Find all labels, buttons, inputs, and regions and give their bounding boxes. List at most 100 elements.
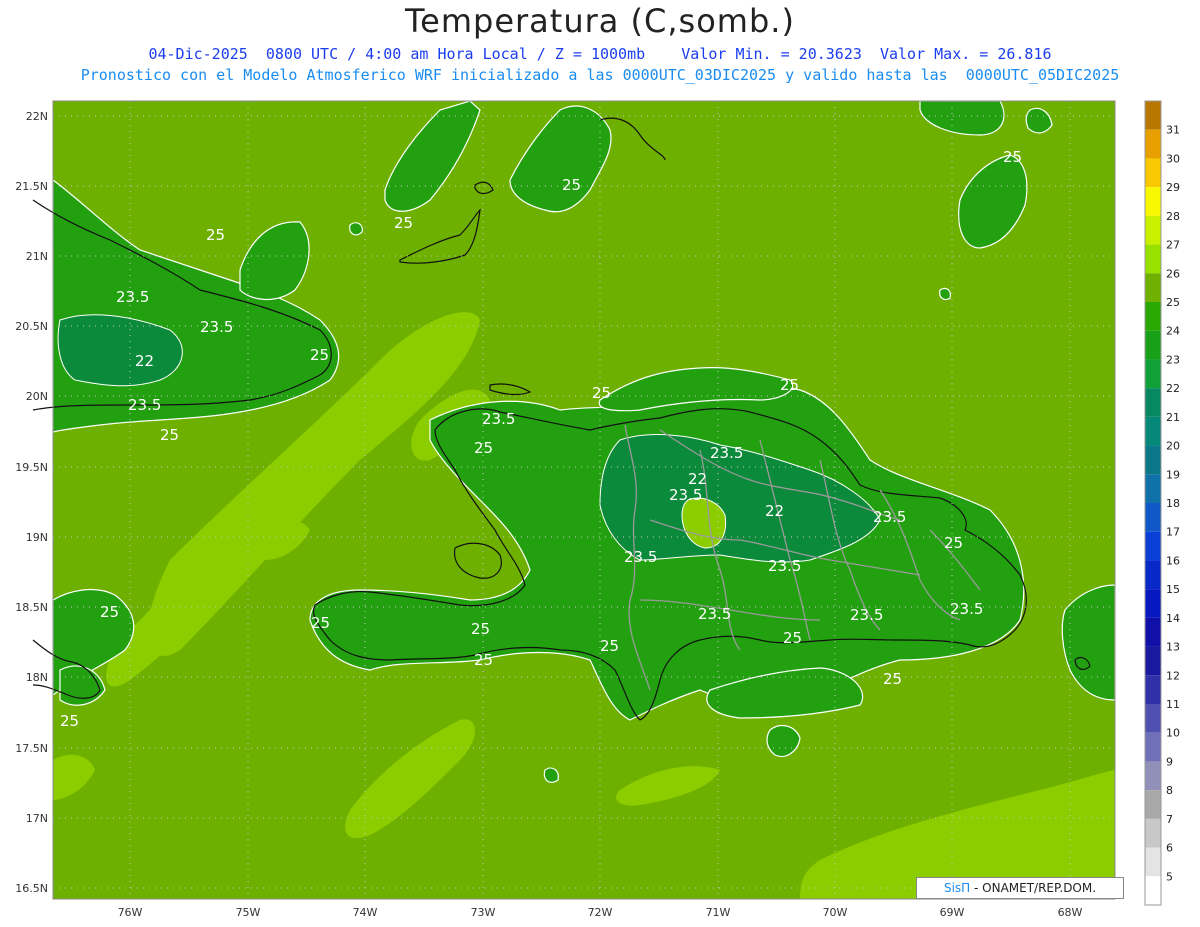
colorbar-swatch [1145,646,1161,676]
colorbar-label: 19 [1166,468,1180,481]
colorbar-label: 27 [1166,239,1180,252]
contour-label: 25 [474,439,493,457]
latitude-axis: 22N 21.5N 21N 20.5N 20N 19.5N 19N 18.5N … [15,110,48,895]
colorbar-swatch [1145,704,1161,733]
colorbar-label: 21 [1166,411,1180,424]
colorbar-label: 6 [1166,842,1173,855]
colorbar-swatch [1145,359,1161,389]
colorbar-label: 12 [1166,669,1180,682]
lat-tick-label: 19N [26,531,48,544]
lat-tick-label: 18N [26,671,48,684]
contour-label: 23.5 [850,606,883,624]
colorbar-swatch [1145,330,1161,360]
colorbar-swatch [1145,761,1161,791]
colorbar-label: 26 [1166,267,1180,280]
credit-box: SisΠ - ONAMET/REP.DOM. [916,877,1124,899]
contour-label: 25 [394,214,413,232]
colorbar-label: 17 [1166,526,1180,539]
colorbar-swatch [1145,302,1161,331]
colorbar-swatch [1145,732,1161,762]
lat-tick-label: 21N [26,250,48,263]
contour-label: 25 [206,226,225,244]
lat-tick-label: 17.5N [15,742,48,755]
contour-label: 25 [562,176,581,194]
contour-label: 25 [1003,148,1022,166]
colorbar-label: 11 [1166,698,1180,711]
contour-label: 25 [600,637,619,655]
credit-text: - ONAMET/REP.DOM. [970,881,1097,895]
contour-label: 22 [765,502,784,520]
contour-label: 25 [160,426,179,444]
colorbar-swatch [1145,818,1161,848]
colorbar-label: 20 [1166,440,1180,453]
contour-label: 25 [780,376,799,394]
lon-tick-label: 75W [236,906,261,919]
colorbar-swatch [1145,215,1161,245]
colorbar: 31 30 29 28 27 26 25 24 23 22 21 20 19 18 17 16 15 14 13 12… [1144,100,1180,906]
sis-logo-text: SisΠ [943,881,971,895]
lat-tick-label: 22N [26,110,48,123]
colorbar-swatch [1145,531,1161,561]
lat-tick-label: 21.5N [15,180,48,193]
colorbar-swatch [1145,474,1161,503]
colorbar-swatch [1145,790,1161,819]
lon-tick-label: 73W [471,906,496,919]
lat-tick-label: 19.5N [15,461,48,474]
contour-label: 22 [135,352,154,370]
longitude-axis: 76W 75W 74W 73W 72W 71W 70W 69W 68W [118,906,1083,919]
colorbar-swatch [1145,388,1161,417]
contour-label: 23.5 [698,605,731,623]
contour-label: 25 [60,712,79,730]
colorbar-swatch [1145,187,1161,216]
contour-label: 25 [944,534,963,552]
colorbar-swatch [1145,589,1161,618]
contour-label: 23.5 [950,600,983,618]
contour-label: 25 [474,651,493,669]
contour-label: 23.5 [128,396,161,414]
lon-tick-label: 74W [353,906,378,919]
colorbar-label: 29 [1166,181,1180,194]
colorbar-label: 16 [1166,554,1180,567]
colorbar-label: 15 [1166,583,1180,596]
colorbar-label: 14 [1166,612,1180,625]
colorbar-label: 13 [1166,641,1180,654]
colorbar-swatch [1145,129,1161,159]
contour-label: 23.5 [710,444,743,462]
colorbar-swatch [1145,416,1161,446]
contour-label: 25 [100,603,119,621]
colorbar-label: 25 [1166,296,1180,309]
lon-tick-label: 76W [118,906,143,919]
lat-tick-label: 17N [26,812,48,825]
colorbar-label: 18 [1166,497,1180,510]
contour-label: 25 [310,346,329,364]
colorbar-swatch [1145,158,1161,188]
contour-label: 23.5 [116,288,149,306]
colorbar-swatch [1145,876,1161,905]
contour-label: 23.5 [482,410,515,428]
colorbar-swatch [1145,675,1161,704]
colorbar-swatch [1145,560,1161,590]
colorbar-label: 30 [1166,152,1180,165]
lon-tick-label: 70W [823,906,848,919]
colorbar-label: 28 [1166,210,1180,223]
contour-label: 23.5 [624,548,657,566]
colorbar-swatch [1145,244,1161,274]
contour-label: 25 [311,614,330,632]
colorbar-label: 22 [1166,382,1180,395]
lon-tick-label: 72W [588,906,613,919]
colorbar-swatch [1145,445,1161,475]
colorbar-label: 23 [1166,353,1180,366]
lon-tick-label: 71W [706,906,731,919]
contour-label: 25 [471,620,490,638]
colorbar-label: 8 [1166,784,1173,797]
colorbar-swatch [1145,503,1161,532]
contour-label: 23.5 [669,486,702,504]
colorbar-label: 9 [1166,755,1173,768]
contour-label: 23.5 [768,557,801,575]
colorbar-label: 5 [1166,870,1173,883]
colorbar-label: 31 [1166,124,1180,137]
contour-label: 23.5 [873,508,906,526]
lat-tick-label: 18.5N [15,601,48,614]
colorbar-swatch [1145,273,1161,302]
contour-label: 25 [783,629,802,647]
